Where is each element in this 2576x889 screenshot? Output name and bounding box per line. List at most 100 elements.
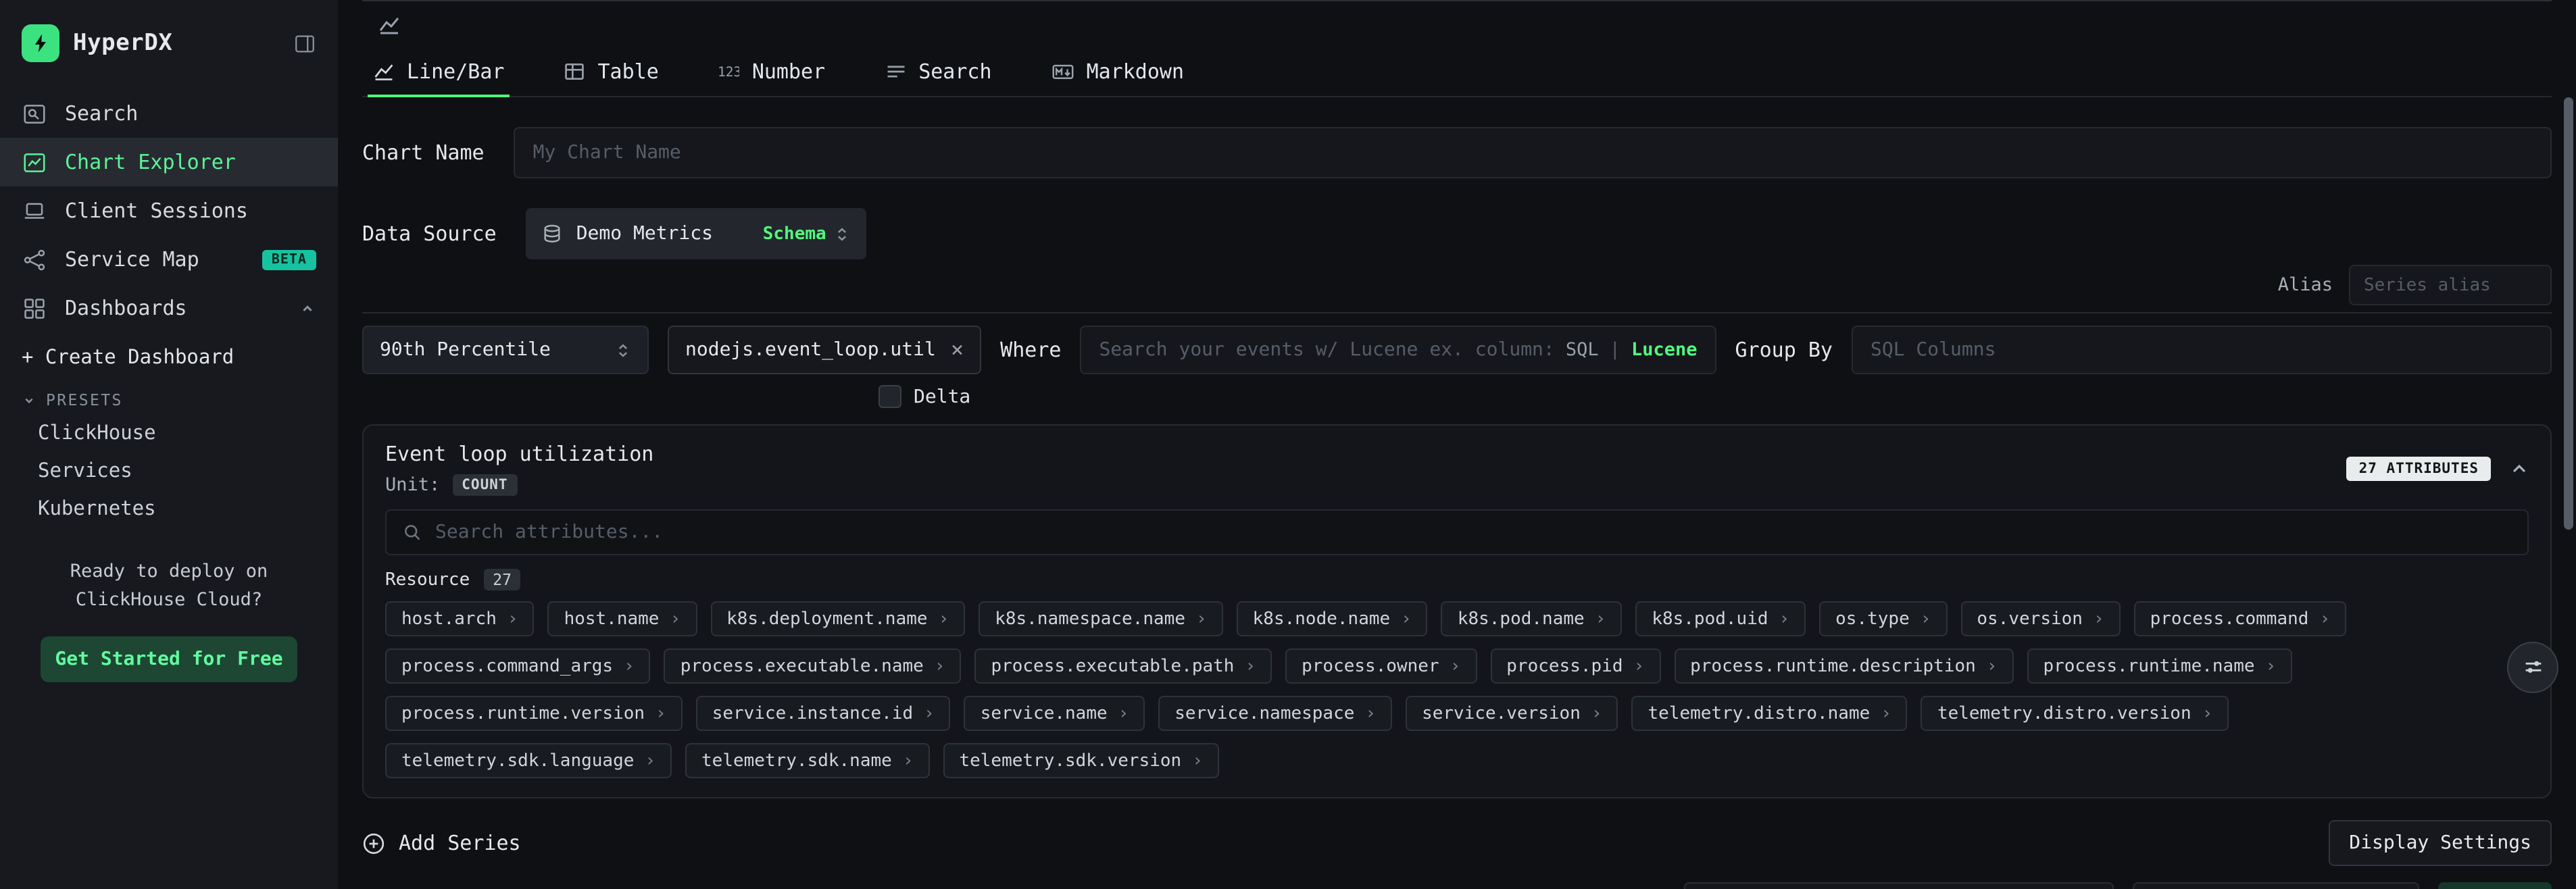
metric-chip-label: nodejs.event_loop.util <box>685 339 936 361</box>
attribute-chip[interactable]: process.runtime.name› <box>2027 649 2292 684</box>
sidebar-item-service-map[interactable]: Service Map BETA <box>0 235 338 284</box>
metric-attributes-panel: Event loop utilization Unit: COUNT 27 AT… <box>362 424 2552 798</box>
aggregation-select[interactable]: 90th Percentile <box>362 326 649 374</box>
add-series-button[interactable]: Add Series <box>362 831 521 855</box>
attribute-chip[interactable]: process.owner› <box>1285 649 1477 684</box>
chevron-right-icon: › <box>1365 703 1376 723</box>
where-input[interactable] <box>1099 339 1552 361</box>
unit-line: Unit: COUNT <box>385 474 653 496</box>
attribute-chip[interactable]: process.runtime.version› <box>385 696 683 731</box>
attribute-chip[interactable]: k8s.node.name› <box>1237 601 1428 636</box>
brand[interactable]: HyperDX <box>22 24 173 62</box>
attribute-chip[interactable]: host.name› <box>548 601 697 636</box>
tab-line-bar[interactable]: Line/Bar <box>368 46 510 96</box>
sql-toggle-option[interactable]: SQL <box>1566 339 1599 361</box>
chevron-up-icon[interactable] <box>2510 459 2529 478</box>
granularity-select[interactable]: Auto Granularity <box>2132 882 2419 889</box>
preset-item-clickhouse[interactable]: ClickHouse <box>0 415 338 453</box>
attribute-chip-list: host.arch› host.name› k8s.deployment.name ›… <box>385 601 2529 778</box>
chevron-right-icon: › <box>939 609 949 629</box>
metric-chip[interactable]: nodejs.event_loop.util × <box>668 326 981 374</box>
group-by-input[interactable] <box>1871 339 2533 361</box>
attribute-chip[interactable]: process.pid› <box>1490 649 1660 684</box>
unit-label: Unit: <box>385 474 440 496</box>
chevron-right-icon: › <box>655 703 666 723</box>
attribute-chip-label: k8s.namespace.name <box>995 609 1185 629</box>
sidebar-item-label: Service Map <box>65 247 199 272</box>
attribute-group-header: Resource 27 <box>385 569 2529 590</box>
attribute-chip[interactable]: process.executable.name› <box>664 649 962 684</box>
preset-item-services[interactable]: Services <box>0 453 338 490</box>
sidebar-item-search[interactable]: Search <box>0 89 338 138</box>
attribute-chip[interactable]: service.instance.id › <box>696 696 951 731</box>
attribute-chip[interactable]: telemetry.sdk.language› <box>385 743 672 778</box>
tab-label: Search <box>918 59 991 83</box>
close-icon[interactable]: × <box>951 339 964 361</box>
circle-plus-icon <box>362 832 385 855</box>
time-range-picker[interactable]: Mar 2 12:47:01 - Mar 2 13:47:01 <box>1685 882 2114 889</box>
attributes-search-field <box>385 509 2529 555</box>
attribute-chip-label: k8s.deployment.name <box>726 609 927 629</box>
filter-sliders-icon <box>2521 655 2544 678</box>
attribute-chip[interactable]: k8s.deployment.name › <box>710 601 965 636</box>
attribute-chip[interactable]: process.command_args› <box>385 649 651 684</box>
preset-item-kubernetes[interactable]: Kubernetes <box>0 490 338 528</box>
attribute-chip[interactable]: telemetry.distro.name› <box>1632 696 1908 731</box>
hyperdx-logo-icon <box>22 24 59 62</box>
tab-number[interactable]: 123 Number <box>713 46 831 96</box>
run-button[interactable]: Run <box>2437 882 2552 889</box>
attribute-chip-label: process.command <box>2150 609 2309 629</box>
chevron-right-icon: › <box>924 703 935 723</box>
attribute-chip[interactable]: process.executable.path› <box>974 649 1272 684</box>
attributes-search-input[interactable] <box>435 522 2511 543</box>
attribute-chip[interactable]: os.version› <box>1960 601 2120 636</box>
attribute-chip[interactable]: service.version› <box>1406 696 1618 731</box>
delta-checkbox[interactable] <box>878 385 901 408</box>
attribute-chip-label: telemetry.sdk.version <box>959 751 1181 771</box>
filter-sliders-button[interactable] <box>2507 641 2558 692</box>
attribute-chip[interactable]: telemetry.sdk.version› <box>943 743 1218 778</box>
alias-input[interactable] <box>2364 275 2537 295</box>
attribute-chip-label: service.instance.id <box>712 703 913 723</box>
attribute-chip[interactable]: k8s.namespace.name› <box>979 601 1222 636</box>
attribute-chip[interactable]: telemetry.sdk.name› <box>685 743 929 778</box>
list-icon <box>885 60 906 82</box>
attribute-chip-label: service.name <box>981 703 1108 723</box>
presets-header[interactable]: PRESETS <box>0 377 338 415</box>
attribute-chip[interactable]: service.name› <box>964 696 1145 731</box>
vertical-scrollbar[interactable] <box>2564 97 2573 530</box>
get-started-button[interactable]: Get Started for Free <box>41 636 297 682</box>
chevron-right-icon: › <box>1401 609 1412 629</box>
display-settings-button[interactable]: Display Settings <box>2329 820 2552 866</box>
tab-label: Number <box>752 59 825 83</box>
attribute-chip-label: telemetry.distro.name <box>1648 703 1871 723</box>
attribute-chip[interactable]: process.command› <box>2134 601 2346 636</box>
attribute-chip[interactable]: k8s.pod.uid› <box>1635 601 1806 636</box>
chevron-right-icon: › <box>1591 703 1602 723</box>
data-source-select[interactable]: Demo Metrics Schema <box>526 208 867 259</box>
tab-table[interactable]: Table <box>559 46 664 96</box>
sidebar-item-dashboards[interactable]: Dashboards <box>0 284 338 332</box>
tab-search[interactable]: Search <box>879 46 997 96</box>
lucene-toggle-option[interactable]: Lucene <box>1631 339 1698 361</box>
sidebar-collapse-icon[interactable] <box>293 32 316 55</box>
attribute-chip[interactable]: k8s.pod.name› <box>1441 601 1623 636</box>
attribute-chip[interactable]: service.namespace› <box>1158 696 1392 731</box>
schema-toggle[interactable]: Schema <box>763 224 851 244</box>
laptop-icon <box>22 198 47 224</box>
chevron-updown-icon <box>835 225 851 243</box>
attribute-chip[interactable]: process.runtime.description› <box>1674 649 2013 684</box>
sidebar-item-chart-explorer[interactable]: Chart Explorer <box>0 138 338 186</box>
data-source-value: Demo Metrics <box>576 223 713 245</box>
chart-name-input[interactable] <box>533 142 2533 163</box>
attribute-chip[interactable]: os.type› <box>1819 601 1947 636</box>
chevron-right-icon: › <box>1245 656 1256 676</box>
tab-markdown[interactable]: Markdown <box>1046 46 1190 96</box>
chart-icon[interactable] <box>378 13 400 34</box>
chevron-right-icon: › <box>507 609 518 629</box>
attribute-chip[interactable]: host.arch› <box>385 601 535 636</box>
brand-name: HyperDX <box>73 30 173 57</box>
create-dashboard-button[interactable]: + Create Dashboard <box>0 332 338 377</box>
sidebar-item-client-sessions[interactable]: Client Sessions <box>0 186 338 235</box>
attribute-chip[interactable]: telemetry.distro.version› <box>1921 696 2229 731</box>
